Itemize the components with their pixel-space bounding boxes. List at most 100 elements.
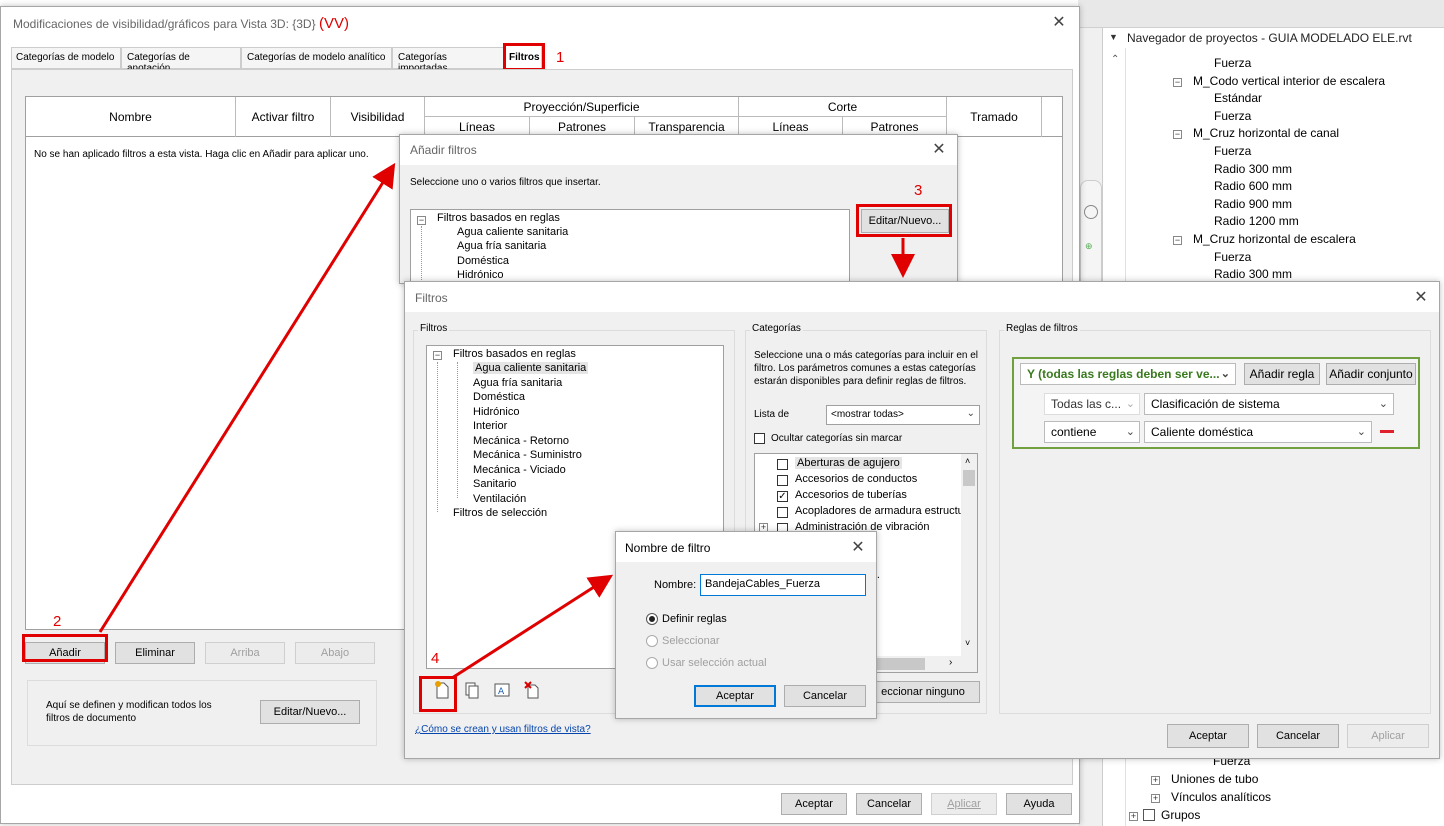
tree-root[interactable]: Filtros basados en reglas	[453, 348, 576, 360]
option-select[interactable]: Seleccionar	[646, 635, 719, 648]
expand-icon[interactable]: +	[1151, 794, 1160, 803]
add-set-button[interactable]: Añadir conjunto	[1326, 363, 1416, 385]
tab-categorias-modelo[interactable]: Categorías de modelo	[11, 47, 121, 69]
tree-item[interactable]: Fuerza	[1214, 56, 1251, 70]
category-checkbox[interactable]: ✓	[777, 490, 788, 502]
tree-item[interactable]: Doméstica	[473, 391, 525, 403]
tab-categorias-anotacion[interactable]: Categorías de anotación	[121, 47, 241, 74]
tree-item[interactable]: Ventilación	[473, 493, 526, 505]
rule-set-select[interactable]: Y (todas las reglas deben ser ve... ⌄	[1020, 363, 1236, 385]
option-define-rules[interactable]: Definir reglas	[646, 613, 727, 626]
help-link[interactable]: ¿Cómo se crean y usan filtros de vista?	[415, 724, 591, 735]
tree-item[interactable]: Hidrónico	[457, 269, 503, 281]
tree-item[interactable]: M_Codo vertical interior de escalera	[1193, 74, 1385, 88]
duplicate-filter-icon[interactable]	[464, 681, 480, 699]
category-checkbox[interactable]	[777, 506, 788, 518]
col-nombre[interactable]: Nombre	[26, 97, 236, 137]
col-tramado[interactable]: Tramado	[947, 97, 1042, 137]
category-item[interactable]: Aberturas de agujero	[755, 456, 961, 472]
tree-item[interactable]: Estándar	[1214, 91, 1262, 105]
collapse-icon[interactable]: −	[1173, 77, 1182, 87]
tree-item[interactable]: Agua fría sanitaria	[457, 240, 546, 252]
browser-menu-icon[interactable]: ▼	[1109, 32, 1118, 42]
scroll-down-icon[interactable]: ˅	[965, 638, 970, 648]
col-activar[interactable]: Activar filtro	[236, 97, 331, 137]
vv-ayuda-button[interactable]: Ayuda	[1006, 793, 1072, 815]
category-item[interactable]: ✓ Accesorios de tuberías	[755, 488, 961, 504]
add-rule-button[interactable]: Añadir regla	[1244, 363, 1320, 385]
name-aceptar-button[interactable]: Aceptar	[694, 685, 776, 707]
rule-value-input[interactable]: Caliente doméstica ⌄	[1144, 421, 1372, 443]
col-visibilidad[interactable]: Visibilidad	[331, 97, 425, 137]
rule-category-select[interactable]: Todas las c... ⌄	[1044, 393, 1140, 415]
close-icon[interactable]: ✕	[1051, 15, 1067, 31]
tree-item[interactable]: Fuerza	[1214, 109, 1251, 123]
tree-item[interactable]: Fuerza	[1214, 144, 1251, 158]
list-select[interactable]: <mostrar todas> ⌄	[826, 405, 980, 425]
rule-operator-select[interactable]: contiene ⌄	[1044, 421, 1140, 443]
remove-rule-icon[interactable]	[1380, 430, 1394, 433]
close-icon[interactable]: ✕	[931, 142, 947, 158]
expand-icon[interactable]: +	[1129, 812, 1138, 821]
tree-item[interactable]: Fuerza	[1214, 250, 1251, 264]
add-filters-tree[interactable]: − Filtros basados en reglas Agua calient…	[410, 209, 850, 285]
collapse-icon[interactable]: −	[1173, 236, 1182, 245]
close-icon[interactable]: ✕	[1413, 290, 1429, 306]
tab-categorias-analitico[interactable]: Categorías de modelo analítico	[241, 47, 392, 69]
zoom-icon[interactable]: ⊕	[1085, 241, 1097, 253]
rule-parameter-select[interactable]: Clasificación de sistema ⌄	[1144, 393, 1394, 415]
tree-item[interactable]: Radio 600 mm	[1214, 179, 1292, 193]
scroll-up-icon[interactable]: ˄	[965, 456, 970, 466]
tree-item[interactable]: Agua caliente sanitaria	[457, 226, 568, 238]
category-checkbox[interactable]	[777, 458, 788, 470]
close-icon[interactable]: ✕	[850, 540, 866, 556]
tree-item[interactable]: Vínculos analíticos	[1171, 790, 1271, 804]
abajo-button[interactable]: Abajo	[295, 642, 375, 664]
filtros-cancelar-button[interactable]: Cancelar	[1257, 724, 1339, 748]
vv-aplicar-button[interactable]: Aplicar	[931, 793, 997, 815]
navigation-bar[interactable]: ⊕	[1080, 180, 1102, 290]
name-cancelar-button[interactable]: Cancelar	[784, 685, 866, 707]
tree-item[interactable]: Radio 300 mm	[1214, 267, 1292, 281]
filtros-aplicar-button[interactable]: Aplicar	[1347, 724, 1429, 748]
eliminar-button[interactable]: Eliminar	[115, 642, 195, 664]
category-checkbox[interactable]	[777, 474, 788, 486]
tree-item[interactable]: Agua fría sanitaria	[473, 377, 562, 389]
tree-item[interactable]: Radio 300 mm	[1214, 162, 1292, 176]
tree-item[interactable]: Uniones de tubo	[1171, 772, 1258, 786]
vv-aceptar-button[interactable]: Aceptar	[781, 793, 847, 815]
option-use-selection[interactable]: Usar selección actual	[646, 657, 767, 670]
category-item[interactable]: Acopladores de armadura estructu	[755, 504, 964, 520]
tree-item[interactable]: Mecánica - Suministro	[473, 449, 582, 461]
delete-filter-icon[interactable]	[524, 681, 540, 699]
tree-item[interactable]: Agua caliente sanitaria	[473, 362, 589, 374]
editar-nuevo-button[interactable]: Editar/Nuevo...	[260, 700, 360, 724]
hide-unchecked-checkbox[interactable]: Ocultar categorías sin marcar	[754, 433, 902, 444]
tree-item[interactable]: Interior	[473, 420, 507, 432]
scroll-right-icon[interactable]: ›	[949, 657, 952, 668]
tree-item[interactable]: M_Cruz horizontal de canal	[1193, 126, 1339, 140]
scroll-thumb[interactable]	[963, 470, 975, 486]
category-item[interactable]: Accesorios de conductos	[755, 472, 961, 488]
steering-wheel-icon[interactable]	[1084, 205, 1098, 219]
tree-item[interactable]: Radio 1200 mm	[1214, 214, 1299, 228]
categories-scrollbar[interactable]: ˄ ˅	[961, 454, 977, 672]
arriba-button[interactable]: Arriba	[205, 642, 285, 664]
tree-item[interactable]: Hidrónico	[473, 406, 519, 418]
tree-root-selection[interactable]: Filtros de selección	[453, 507, 547, 519]
tree-item[interactable]: Mecánica - Retorno	[473, 435, 569, 447]
tree-item[interactable]: Grupos	[1161, 808, 1200, 822]
tree-item[interactable]: M_Cruz horizontal de escalera	[1193, 232, 1356, 246]
tree-item[interactable]: Radio 900 mm	[1214, 197, 1292, 211]
expand-icon[interactable]: +	[1151, 776, 1160, 785]
rename-filter-icon[interactable]: A	[494, 681, 510, 699]
filtros-aceptar-button[interactable]: Aceptar	[1167, 724, 1249, 748]
select-none-button[interactable]: eccionar ninguno	[866, 681, 980, 703]
tree-item[interactable]: Doméstica	[457, 255, 509, 267]
filter-name-input[interactable]: BandejaCables_Fuerza	[700, 574, 866, 596]
tab-categorias-importadas[interactable]: Categorías importadas	[392, 47, 504, 74]
scroll-up-icon[interactable]: ⌃	[1111, 54, 1119, 65]
tree-item[interactable]: Sanitario	[473, 478, 516, 490]
collapse-icon[interactable]: −	[1173, 130, 1182, 140]
tree-item[interactable]: Mecánica - Viciado	[473, 464, 566, 476]
